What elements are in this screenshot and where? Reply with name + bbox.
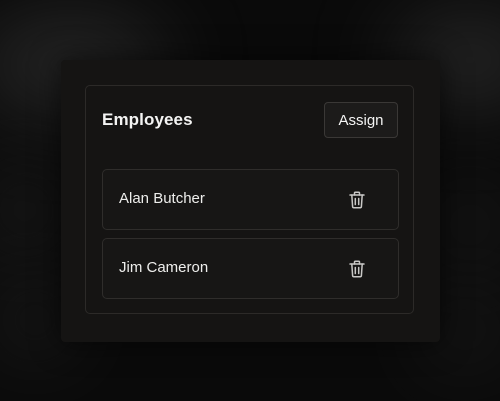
card-title: Employees bbox=[102, 110, 193, 129]
dialog-panel: Employees Assign Alan Butcher Jim Camero… bbox=[61, 60, 440, 342]
employee-list: Alan Butcher Jim Cameron bbox=[102, 169, 399, 307]
employee-name: Jim Cameron bbox=[119, 259, 209, 276]
background-blur bbox=[0, 165, 70, 255]
assign-button[interactable]: Assign bbox=[324, 102, 398, 138]
list-item: Jim Cameron bbox=[102, 238, 399, 299]
background-blur bbox=[430, 180, 500, 270]
trash-icon[interactable] bbox=[347, 190, 367, 210]
trash-icon[interactable] bbox=[347, 259, 367, 279]
employee-name: Alan Butcher bbox=[119, 190, 205, 207]
list-item: Alan Butcher bbox=[102, 169, 399, 230]
employees-card: Employees Assign Alan Butcher Jim Camero… bbox=[85, 85, 414, 314]
